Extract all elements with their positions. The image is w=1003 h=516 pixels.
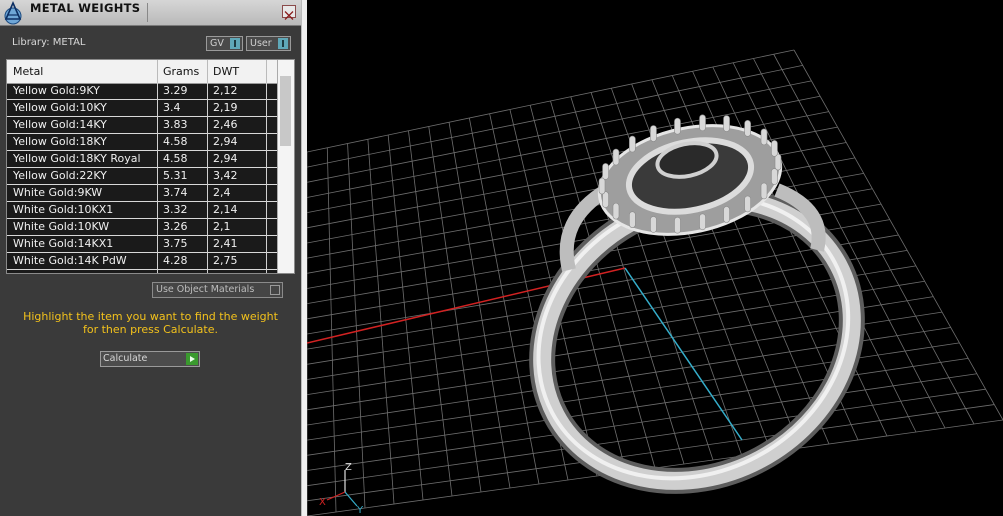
grams-cell: 5.31 xyxy=(163,169,188,182)
table-row[interactable]: Yellow Gold:9KY 3.29 2,12 xyxy=(7,83,278,100)
metal-cell: White Gold:14K PdW xyxy=(13,254,127,267)
metal-cell: Yellow Gold:18KY xyxy=(13,135,107,148)
grams-cell: 4.28 xyxy=(163,254,188,267)
ring-model[interactable] xyxy=(489,110,902,516)
grams-cell: 4.58 xyxy=(163,135,188,148)
column-grid-line xyxy=(157,83,158,273)
grams-cell: 3.83 xyxy=(163,118,188,131)
toggle-indicator-icon xyxy=(230,38,240,49)
metal-cell: White Gold:10KW xyxy=(13,220,110,233)
use-object-materials-toggle[interactable]: Use Object Materials xyxy=(152,282,283,298)
table-row[interactable]: Yellow Gold:10KY 3.4 2,19 xyxy=(7,100,278,117)
dwt-cell: 2,14 xyxy=(213,203,238,216)
table-row[interactable]: Yellow Gold:22KY 5.31 3,42 xyxy=(7,168,278,185)
table-row[interactable]: White Gold:10KW 3.26 2,1 xyxy=(7,219,278,236)
grams-cell: 3.4 xyxy=(163,101,181,114)
metal-cell: Yellow Gold:22KY xyxy=(13,169,107,182)
grams-cell: 3.74 xyxy=(163,186,188,199)
title-bar: METAL WEIGHTS xyxy=(0,0,301,26)
metal-table: Metal Grams DWT Yellow Gold:9KY 3.29 2,12 Y… xyxy=(6,59,295,274)
dwt-cell: 2,4 xyxy=(213,186,231,199)
instruction-line-1: Highlight the item you want to find the … xyxy=(23,310,278,323)
table-row[interactable]: White Gold:14K PdW 4.28 2,75 xyxy=(7,253,278,270)
axis-gizmo: Z X Y xyxy=(319,462,364,516)
dwt-cell: 3,42 xyxy=(213,169,238,182)
calculate-go-button[interactable] xyxy=(186,353,198,365)
table-header: Metal Grams DWT xyxy=(7,60,278,84)
use-object-materials-label: Use Object Materials xyxy=(156,284,255,295)
dwt-cell: 2,19 xyxy=(213,101,238,114)
header-metal[interactable]: Metal xyxy=(13,65,43,78)
table-row[interactable]: White Gold:14KX1 3.75 2,41 xyxy=(7,236,278,253)
grams-cell: 3.29 xyxy=(163,84,188,97)
table-row[interactable]: Yellow Gold:18KY Royal 4.58 2,94 xyxy=(7,151,278,168)
column-divider xyxy=(157,60,158,83)
table-scrollbar[interactable] xyxy=(277,60,294,273)
app-logo-icon xyxy=(4,1,22,25)
title-separator xyxy=(147,3,148,22)
axis-x-label: X xyxy=(319,497,326,508)
header-dwt[interactable]: DWT xyxy=(213,65,239,78)
dwt-cell: 2,41 xyxy=(213,237,238,250)
gv-label: GV xyxy=(210,38,224,49)
dwt-cell: 2,94 xyxy=(213,135,238,148)
dwt-cell: 2,1 xyxy=(213,220,231,233)
dwt-cell: 2,75 xyxy=(213,254,238,267)
toggle-indicator-icon xyxy=(270,285,280,295)
table-row[interactable]: White Gold:10KX1 3.32 2,14 xyxy=(7,202,278,219)
close-icon xyxy=(284,11,294,20)
instruction-text: Highlight the item you want to find the … xyxy=(0,310,301,336)
metal-cell: Yellow Gold:10KY xyxy=(13,101,107,114)
axis-z-label: Z xyxy=(345,462,352,473)
metal-cell: Yellow Gold:9KY xyxy=(13,84,100,97)
column-grid-line xyxy=(207,83,208,273)
metal-cell: White Gold:9KW xyxy=(13,186,103,199)
table-row[interactable]: White Gold:9KW 3.74 2,4 xyxy=(7,185,278,202)
viewport-canvas[interactable]: Z X Y xyxy=(307,0,1003,516)
table-row[interactable]: Yellow Gold:14KY 3.83 2,46 xyxy=(7,117,278,134)
grams-cell: 3.32 xyxy=(163,203,188,216)
toggle-indicator-icon xyxy=(278,38,288,49)
dwt-cell: 2,12 xyxy=(213,84,238,97)
column-divider xyxy=(207,60,208,83)
grams-cell: 3.75 xyxy=(163,237,188,250)
ground-grid xyxy=(307,49,1003,516)
3d-viewport[interactable]: Z X Y xyxy=(307,0,1003,516)
metal-cell: Yellow Gold:14KY xyxy=(13,118,107,131)
grams-cell: 3.26 xyxy=(163,220,188,233)
close-button[interactable] xyxy=(282,5,296,20)
column-grid-line xyxy=(266,83,267,273)
column-divider xyxy=(266,60,267,83)
play-arrow-icon xyxy=(190,356,195,362)
dwt-cell: 2,46 xyxy=(213,118,238,131)
calculate-button[interactable]: Calculate xyxy=(100,351,200,367)
metal-weights-panel: METAL WEIGHTS Library: METAL GV User Met… xyxy=(0,0,301,516)
axis-y-label: Y xyxy=(356,505,364,516)
library-label: Library: METAL xyxy=(12,37,86,48)
window-title: METAL WEIGHTS xyxy=(30,1,141,15)
metal-cell: White Gold:10KX1 xyxy=(13,203,114,216)
metal-cell: White Gold:14KX1 xyxy=(13,237,114,250)
scrollbar-thumb[interactable] xyxy=(280,76,291,146)
header-grams[interactable]: Grams xyxy=(163,65,199,78)
y-axis-line xyxy=(624,267,743,441)
gv-library-toggle[interactable]: GV xyxy=(206,36,243,51)
metal-cell: Yellow Gold:18KY Royal xyxy=(13,152,141,165)
calculate-label: Calculate xyxy=(103,353,148,364)
instruction-line-2: for then press Calculate. xyxy=(82,323,218,336)
table-row[interactable]: Yellow Gold:18KY 4.58 2,94 xyxy=(7,134,278,151)
dwt-cell: 2,94 xyxy=(213,152,238,165)
grams-cell: 4.58 xyxy=(163,152,188,165)
user-label: User xyxy=(250,38,272,49)
user-library-toggle[interactable]: User xyxy=(246,36,291,51)
